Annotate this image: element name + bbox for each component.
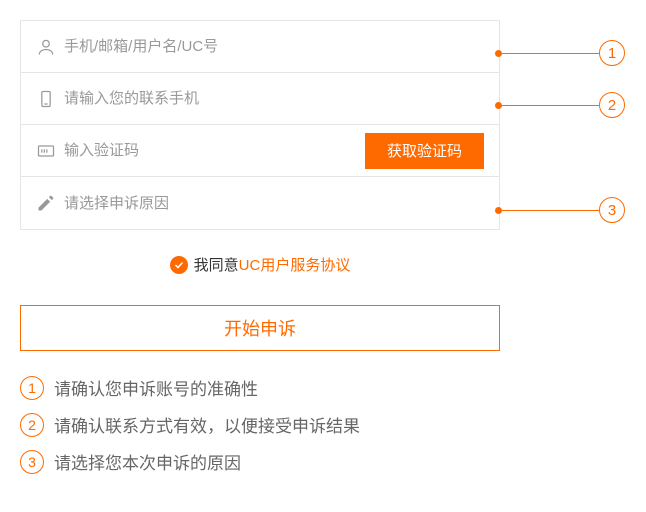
callout-number: 2 [599, 92, 625, 118]
callout-line [502, 105, 599, 106]
captcha-icon [36, 141, 64, 161]
reason-select[interactable] [64, 195, 484, 212]
get-code-button[interactable]: 获取验证码 [365, 133, 484, 169]
phone-row [21, 73, 499, 125]
callout-2: 2 [495, 92, 625, 118]
account-row [21, 21, 499, 73]
note-number: 2 [20, 413, 44, 437]
appeal-form: 获取验证码 [20, 20, 500, 230]
note-item: 1 请确认您申诉账号的准确性 [20, 375, 626, 400]
user-icon [36, 37, 64, 57]
pencil-icon [36, 193, 64, 213]
captcha-input[interactable] [64, 142, 365, 159]
phone-input[interactable] [64, 90, 484, 107]
note-text: 请选择您本次申诉的原因 [54, 449, 241, 474]
callout-number: 1 [599, 40, 625, 66]
agreement-row: 我同意 UC用户服务协议 [20, 254, 500, 275]
reason-row[interactable] [21, 177, 499, 229]
submit-button[interactable]: 开始申诉 [20, 305, 500, 351]
account-input[interactable] [64, 38, 484, 55]
callout-line [502, 53, 599, 54]
phone-icon [36, 89, 64, 109]
note-number: 3 [20, 450, 44, 474]
note-text: 请确认您申诉账号的准确性 [54, 375, 258, 400]
agreement-link[interactable]: UC用户服务协议 [239, 254, 351, 275]
agreement-prefix: 我同意 [194, 254, 239, 275]
captcha-row: 获取验证码 [21, 125, 499, 177]
agreement-checkbox[interactable] [170, 256, 188, 274]
note-text: 请确认联系方式有效，以便接受申诉结果 [54, 412, 360, 437]
callout-1: 1 [495, 40, 625, 66]
callout-line [502, 210, 599, 211]
note-item: 3 请选择您本次申诉的原因 [20, 449, 626, 474]
callout-3: 3 [495, 197, 625, 223]
note-number: 1 [20, 376, 44, 400]
callout-number: 3 [599, 197, 625, 223]
notes-list: 1 请确认您申诉账号的准确性 2 请确认联系方式有效，以便接受申诉结果 3 请选… [20, 375, 626, 474]
note-item: 2 请确认联系方式有效，以便接受申诉结果 [20, 412, 626, 437]
